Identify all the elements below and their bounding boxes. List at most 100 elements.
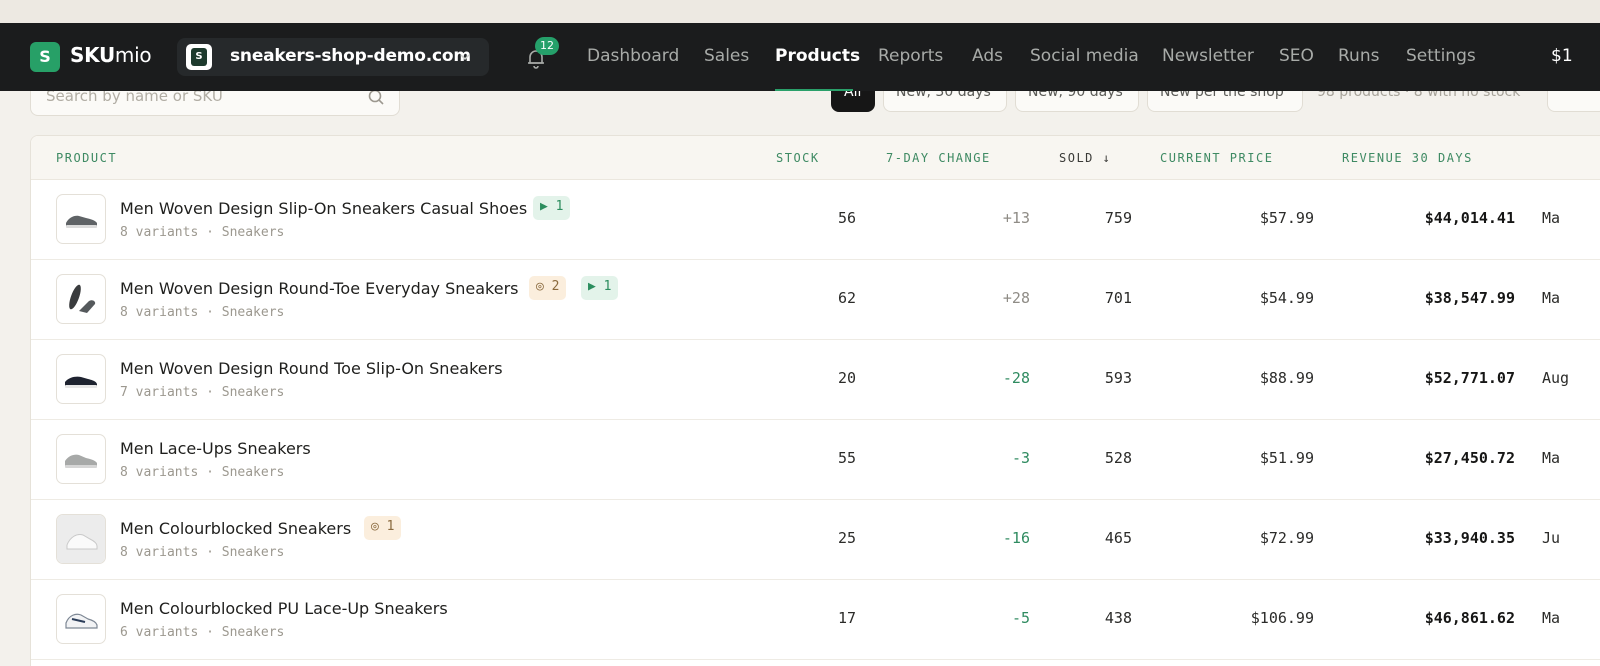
table-row[interactable]: Men Lace-Ups Sneakers 8 variants · Sneak… <box>31 420 1600 500</box>
stock-value: 17 <box>837 609 856 627</box>
sold-value: 759 <box>1104 209 1132 227</box>
price-value: $54.99 <box>1259 289 1314 307</box>
date-value: Ma <box>1542 289 1561 307</box>
sold-value: 528 <box>1104 449 1132 467</box>
product-meta: 8 variants · Sneakers <box>120 545 285 560</box>
nav-reports[interactable]: Reports <box>878 46 943 66</box>
change-value: -28 <box>1002 369 1030 387</box>
nav-ads[interactable]: Ads <box>972 46 1003 66</box>
sold-value: 701 <box>1104 289 1132 307</box>
table-row[interactable]: Men Woven Design Round-Toe Everyday Snea… <box>31 260 1600 340</box>
nav-seo[interactable]: SEO <box>1279 46 1314 66</box>
product-name[interactable]: Men Colourblocked PU Lace-Up Sneakers <box>120 599 448 618</box>
nav-right-value: $1 <box>1551 46 1573 66</box>
nav-settings[interactable]: Settings <box>1406 46 1476 66</box>
product-meta: 6 variants · Sneakers <box>120 625 285 640</box>
column-7-day-change[interactable]: 7-DAY CHANGE <box>886 151 991 165</box>
table-row[interactable]: Men Colourblocked Sneakers ◎ 1 8 variant… <box>31 500 1600 580</box>
active-ads-badge: ▶ 1 <box>533 196 571 220</box>
shop-icon-letter: S <box>191 48 207 66</box>
table-row[interactable]: Men Colourblocked PU Lace-Up Sneakers 6 … <box>31 580 1600 660</box>
stock-value: 55 <box>837 449 856 467</box>
nav-products[interactable]: Products <box>775 46 860 66</box>
nav-social-media[interactable]: Social media <box>1030 46 1139 66</box>
price-value: $51.99 <box>1259 449 1314 467</box>
date-value: Ju <box>1542 529 1561 547</box>
revenue-value: $33,940.35 <box>1424 529 1515 547</box>
date-value: Aug <box>1542 369 1570 387</box>
product-name[interactable]: Men Woven Design Slip-On Sneakers Casual… <box>120 199 527 218</box>
date-value: Ma <box>1542 209 1561 227</box>
shop-selector[interactable]: S sneakers-shop-demo.com <box>177 38 489 76</box>
price-value: $57.99 <box>1259 209 1314 227</box>
product-thumbnail <box>56 514 106 564</box>
sold-value: 593 <box>1104 369 1132 387</box>
change-value: -3 <box>1011 449 1030 467</box>
column-product[interactable]: PRODUCT <box>56 151 117 165</box>
tracked-badge: ◎ 2 <box>529 276 567 300</box>
nav-sales[interactable]: Sales <box>704 46 749 66</box>
nav-newsletter[interactable]: Newsletter <box>1162 46 1254 66</box>
sneaker-image-icon <box>65 613 98 629</box>
brand-suffix: mio <box>114 43 152 67</box>
product-meta: 8 variants · Sneakers <box>120 465 285 480</box>
brand-name[interactable]: SKUmio <box>70 43 152 67</box>
sneaker-image-icon <box>65 376 97 388</box>
shop-name: sneakers-shop-demo.com <box>230 46 471 66</box>
product-thumbnail <box>56 274 106 324</box>
change-value: -5 <box>1011 609 1030 627</box>
nav-dashboard[interactable]: Dashboard <box>587 46 679 66</box>
logo-icon[interactable]: S <box>30 42 60 72</box>
sold-value: 438 <box>1104 609 1132 627</box>
price-value: $88.99 <box>1259 369 1314 387</box>
revenue-value: $46,861.62 <box>1424 609 1515 627</box>
top-nav: S SKUmio S sneakers-shop-demo.com 12 Das… <box>0 23 1600 91</box>
product-thumbnail <box>56 354 106 404</box>
stock-value: 25 <box>837 529 856 547</box>
change-value: -16 <box>1002 529 1030 547</box>
product-meta: 7 variants · Sneakers <box>120 385 285 400</box>
table-row[interactable]: Men Woven Design Round Toe Slip-On Sneak… <box>31 340 1600 420</box>
chevron-down-icon <box>460 54 470 61</box>
product-meta: 8 variants · Sneakers <box>120 305 285 320</box>
sneaker-image-icon <box>65 454 97 468</box>
sneaker-image-icon <box>66 215 97 228</box>
product-thumbnail <box>56 194 106 244</box>
date-value: Ma <box>1542 449 1561 467</box>
column-revenue-30-days[interactable]: REVENUE 30 DAYS <box>1342 151 1473 165</box>
table-row[interactable]: Men Woven Design Slip-On Sneakers Casual… <box>31 180 1600 260</box>
stock-value: 56 <box>837 209 856 227</box>
column-sold[interactable]: SOLD ↓ <box>1059 151 1111 165</box>
revenue-value: $52,771.07 <box>1424 369 1515 387</box>
brand-prefix: SKU <box>70 43 115 67</box>
change-value: +13 <box>1002 209 1030 227</box>
browser-top-strip <box>0 0 1600 23</box>
product-name[interactable]: Men Lace-Ups Sneakers <box>120 439 311 458</box>
product-thumbnail <box>56 434 106 484</box>
product-name[interactable]: Men Colourblocked Sneakers <box>120 519 351 538</box>
sneaker-image-icon <box>69 284 96 313</box>
change-value: +28 <box>1002 289 1030 307</box>
price-value: $72.99 <box>1259 529 1314 547</box>
table-header: PRODUCT STOCK 7-DAY CHANGE SOLD ↓ CURREN… <box>31 136 1600 180</box>
sneaker-image-icon <box>57 515 105 563</box>
sold-value: 465 <box>1104 529 1132 547</box>
product-name[interactable]: Men Woven Design Round Toe Slip-On Sneak… <box>120 359 503 378</box>
shop-icon: S <box>186 44 212 70</box>
date-value: Ma <box>1542 609 1561 627</box>
stock-value: 20 <box>837 369 856 387</box>
active-nav-indicator <box>775 89 853 91</box>
revenue-value: $27,450.72 <box>1424 449 1515 467</box>
product-thumbnail <box>56 594 106 644</box>
column-stock[interactable]: STOCK <box>776 151 820 165</box>
products-table: PRODUCT STOCK 7-DAY CHANGE SOLD ↓ CURREN… <box>30 135 1600 666</box>
column-current-price[interactable]: CURRENT PRICE <box>1160 151 1273 165</box>
product-meta: 8 variants · Sneakers <box>120 225 285 240</box>
price-value: $106.99 <box>1250 609 1314 627</box>
tracked-badge: ◎ 1 <box>364 516 402 540</box>
revenue-value: $38,547.99 <box>1424 289 1515 307</box>
revenue-value: $44,014.41 <box>1424 209 1515 227</box>
stock-value: 62 <box>837 289 856 307</box>
product-name[interactable]: Men Woven Design Round-Toe Everyday Snea… <box>120 279 519 298</box>
nav-runs[interactable]: Runs <box>1338 46 1379 66</box>
